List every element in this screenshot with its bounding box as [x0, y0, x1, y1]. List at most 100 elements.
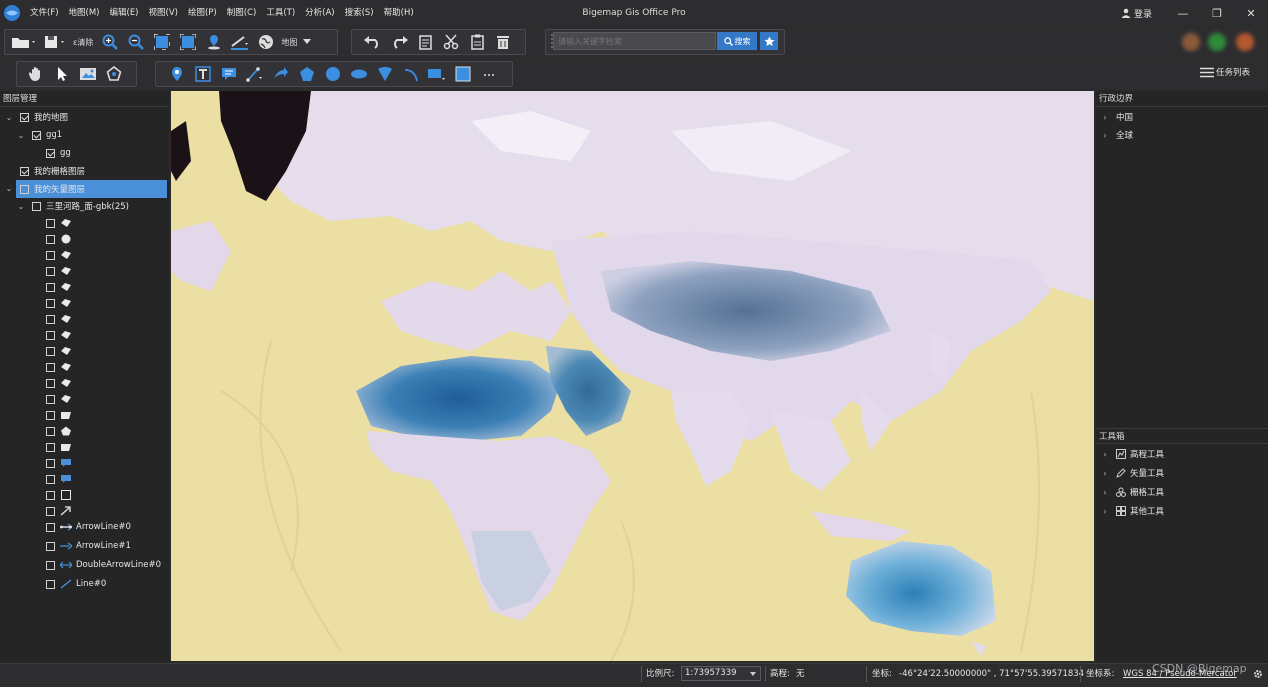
layer-checkbox[interactable] [20, 166, 29, 176]
menu-edit[interactable]: 编辑(E) [105, 0, 144, 26]
arc-icon[interactable] [400, 63, 422, 85]
rectangle-shape-icon[interactable] [426, 63, 448, 85]
close-button[interactable]: ✕ [1234, 7, 1268, 20]
chevron-right-icon[interactable]: › [1100, 488, 1110, 497]
feature-checkbox[interactable] [46, 506, 55, 516]
chevron-right-icon[interactable]: › [1100, 131, 1110, 140]
feature-checkbox[interactable] [46, 426, 55, 436]
settings-gear-icon[interactable] [1253, 669, 1263, 679]
feature-checkbox[interactable] [46, 474, 55, 484]
feature-checkbox[interactable] [46, 234, 55, 244]
layer-checkbox[interactable] [32, 130, 41, 140]
feature-checkbox[interactable] [46, 541, 55, 551]
save-icon[interactable] [43, 31, 69, 53]
feature-row-arrowline-1[interactable]: ArrowLine#1 [46, 537, 131, 555]
feature-checkbox[interactable] [46, 346, 55, 356]
feature-checkbox[interactable] [46, 250, 55, 260]
circle-icon[interactable] [322, 63, 344, 85]
image-layer-icon[interactable] [77, 63, 99, 85]
globe-icon[interactable] [255, 31, 277, 53]
feature-checkbox[interactable] [46, 298, 55, 308]
search-button[interactable]: 搜索 [717, 32, 757, 50]
chevron-down-icon[interactable]: ⌄ [16, 202, 26, 211]
feature-checkbox[interactable] [46, 282, 55, 292]
chevron-down-icon[interactable]: ⌄ [4, 113, 14, 122]
world-map-image[interactable] [171, 91, 1094, 661]
feature-checkbox[interactable] [46, 314, 55, 324]
account-avatar-icon[interactable] [1182, 33, 1200, 51]
toolbox-item-elevation[interactable]: › 高程工具 [1100, 445, 1164, 463]
feature-checkbox[interactable] [46, 579, 55, 589]
callout-icon[interactable] [218, 63, 240, 85]
feature-checkbox[interactable] [46, 362, 55, 372]
feature-row[interactable] [46, 518, 76, 536]
layer-row-my-map[interactable]: ⌄ 我的地图 [4, 108, 68, 126]
square-shape-icon[interactable] [452, 63, 474, 85]
layer-checkbox[interactable] [32, 201, 41, 211]
favorite-button[interactable] [760, 32, 778, 50]
measure-icon[interactable] [229, 31, 251, 53]
menu-file[interactable]: 文件(F) [25, 0, 64, 26]
login-button[interactable]: 登录 [1121, 7, 1152, 20]
delete-icon[interactable] [492, 31, 514, 53]
locate-pin-icon[interactable] [203, 31, 225, 53]
marker-icon[interactable] [166, 63, 188, 85]
admin-item-global[interactable]: › 全球 [1100, 126, 1133, 144]
menu-help[interactable]: 帮助(H) [379, 0, 419, 26]
layer-row-gg1[interactable]: ⌄ gg1 [16, 126, 63, 144]
arrow-shape-icon[interactable] [270, 63, 292, 85]
zoom-out-icon[interactable] [125, 31, 147, 53]
scale-select[interactable]: 1:73957339 [681, 666, 761, 681]
layer-checkbox[interactable] [46, 148, 55, 158]
ellipse-icon[interactable] [348, 63, 370, 85]
chevron-right-icon[interactable]: › [1100, 113, 1110, 122]
layer-row-vector[interactable]: 我的矢量图层 [16, 180, 167, 198]
feature-row-double-arrowline-0[interactable]: DoubleArrowLine#0 [46, 556, 161, 574]
minimize-button[interactable]: — [1166, 7, 1200, 20]
feature-checkbox[interactable] [46, 266, 55, 276]
menu-search[interactable]: 搜索(S) [340, 0, 379, 26]
feature-checkbox[interactable] [46, 378, 55, 388]
maximize-button[interactable]: ❐ [1200, 7, 1234, 20]
feature-checkbox[interactable] [46, 330, 55, 340]
sector-icon[interactable] [374, 63, 396, 85]
admin-item-china[interactable]: › 中国 [1100, 108, 1133, 126]
search-input[interactable] [553, 32, 716, 50]
basemap-dropdown[interactable]: 地图 [281, 37, 297, 48]
menu-cartography[interactable]: 制图(C) [222, 0, 262, 26]
toolbox-item-vector[interactable]: › 矢量工具 [1100, 464, 1164, 482]
undo-icon[interactable] [362, 31, 384, 53]
layer-checkbox[interactable] [20, 112, 29, 122]
chevron-right-icon[interactable]: › [1100, 450, 1110, 459]
text-label-icon[interactable] [192, 63, 214, 85]
feature-checkbox[interactable] [46, 560, 55, 570]
pan-hand-icon[interactable] [25, 63, 47, 85]
layer-checkbox[interactable] [20, 184, 29, 194]
full-extent-icon[interactable] [151, 31, 173, 53]
feature-row-line-0[interactable]: Line#0 [46, 575, 106, 593]
feature-checkbox[interactable] [46, 394, 55, 404]
open-folder-icon[interactable] [9, 31, 39, 53]
layer-row-raster[interactable]: 我的栅格图层 [20, 162, 85, 180]
zoom-in-icon[interactable] [99, 31, 121, 53]
layer-row-sanlihe[interactable]: ⌄ 三里河路_面-gbk(25) [16, 197, 129, 215]
menu-analysis[interactable]: 分析(A) [300, 0, 339, 26]
feature-checkbox[interactable] [46, 410, 55, 420]
feature-checkbox[interactable] [46, 458, 55, 468]
cut-icon[interactable] [440, 31, 462, 53]
fit-extent-icon[interactable] [177, 31, 199, 53]
toolbox-item-raster[interactable]: › 栅格工具 [1100, 483, 1164, 501]
redo-icon[interactable] [388, 31, 410, 53]
menu-draw[interactable]: 绘图(P) [183, 0, 222, 26]
paste-icon[interactable] [466, 31, 488, 53]
chevron-down-icon[interactable]: ⌄ [16, 131, 26, 140]
clear-button[interactable]: ε清除 [73, 37, 93, 48]
chevron-right-icon[interactable]: › [1100, 469, 1110, 478]
menu-tools[interactable]: 工具(T) [261, 0, 300, 26]
chevron-down-icon[interactable]: ⌄ [4, 184, 14, 193]
map-canvas[interactable] [171, 91, 1094, 661]
task-list-button[interactable]: 任务列表 [1199, 66, 1250, 78]
feature-checkbox[interactable] [46, 218, 55, 228]
select-arrow-icon[interactable] [51, 63, 73, 85]
more-tools-icon[interactable] [478, 63, 500, 85]
